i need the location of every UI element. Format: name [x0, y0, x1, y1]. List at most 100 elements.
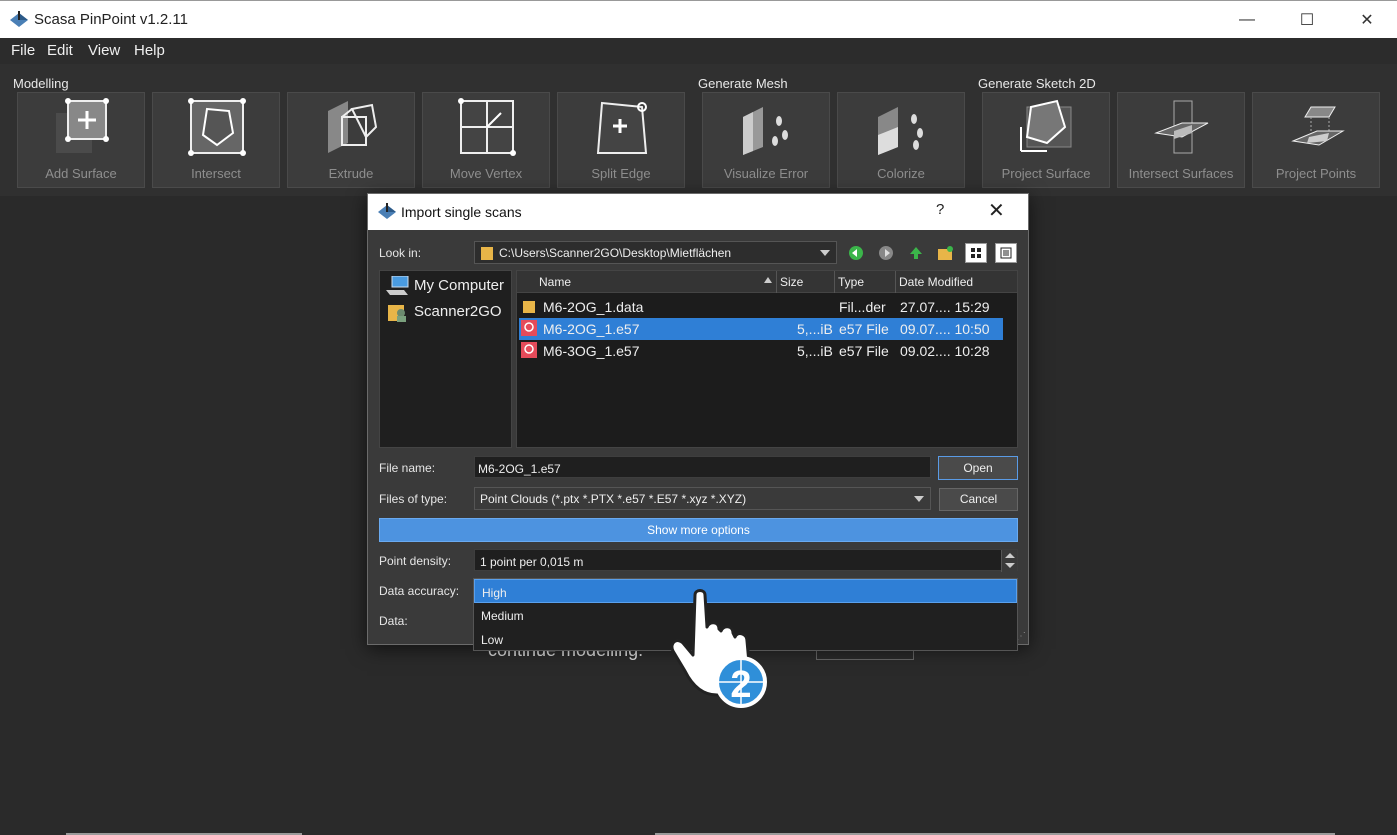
- intersect-button[interactable]: Intersect: [152, 92, 280, 188]
- spin-up-icon[interactable]: [1005, 553, 1015, 558]
- file-date: 09.07.... 10:50: [900, 321, 990, 337]
- new-folder-button[interactable]: [935, 243, 957, 263]
- show-more-options-button[interactable]: Show more options: [379, 518, 1018, 542]
- file-size: 5,...iB: [797, 343, 833, 359]
- file-list: Name Size Type Date Modified M6-2OG_1.da…: [516, 270, 1018, 448]
- file-name-field[interactable]: M6-2OG_1.e57: [474, 456, 931, 478]
- tool-label: Colorize: [877, 166, 925, 181]
- group-label-generate-sketch: Generate Sketch 2D: [978, 76, 1096, 91]
- file-row[interactable]: M6-2OG_1.data Fil...der 27.07.... 15:29: [519, 296, 1003, 318]
- list-view-button[interactable]: [965, 243, 987, 263]
- point-density-spinbox[interactable]: 1 point per 0,015 m: [474, 549, 1018, 572]
- add-surface-button[interactable]: Add Surface: [17, 92, 145, 188]
- spin-buttons[interactable]: [1001, 550, 1017, 572]
- menu-help[interactable]: Help: [134, 42, 165, 59]
- project-points-button[interactable]: Project Points: [1252, 92, 1380, 188]
- tool-label: Intersect Surfaces: [1128, 166, 1234, 181]
- up-arrow-icon: [910, 247, 922, 259]
- option-label: Medium: [481, 609, 524, 623]
- sidebar-item-label: My Computer: [414, 277, 505, 294]
- help-button[interactable]: ?: [936, 201, 944, 218]
- intersect-surfaces-button[interactable]: Intersect Surfaces: [1117, 92, 1245, 188]
- file-date: 27.07.... 15:29: [900, 299, 990, 315]
- minimize-button[interactable]: —: [1217, 1, 1277, 39]
- tool-label: Project Points: [1275, 166, 1357, 181]
- menu-view[interactable]: View: [88, 42, 120, 59]
- maximize-button[interactable]: ☐: [1277, 1, 1337, 39]
- chevron-down-icon: [820, 250, 830, 256]
- e57-file-icon: [521, 342, 537, 358]
- folder-icon: [523, 301, 535, 313]
- look-in-label: Look in:: [379, 246, 422, 260]
- tool-label: Intersect: [191, 166, 241, 181]
- group-label-modelling: Modelling: [13, 76, 69, 91]
- column-name[interactable]: Name: [539, 275, 571, 289]
- extrude-button[interactable]: Extrude: [287, 92, 415, 188]
- file-list-header: Name Size Type Date Modified: [517, 271, 1017, 293]
- group-label-generate-mesh: Generate Mesh: [698, 76, 788, 91]
- point-density-label: Point density:: [379, 554, 452, 568]
- title-bar: Scasa PinPoint v1.2.11 — ☐ ✕: [0, 0, 1397, 38]
- tool-label: Add Surface: [45, 166, 117, 181]
- user-folder-icon: [388, 305, 406, 322]
- colorize-button[interactable]: Colorize: [837, 92, 965, 188]
- data-label: Data:: [379, 614, 408, 628]
- spin-down-icon[interactable]: [1005, 563, 1015, 568]
- column-size[interactable]: Size: [780, 275, 803, 289]
- point-density-value: 1 point per 0,015 m: [480, 555, 584, 569]
- new-folder-icon: [938, 246, 953, 260]
- file-name-label: File name:: [379, 461, 436, 475]
- files-of-type-label: Files of type:: [379, 492, 448, 506]
- visualize-error-button[interactable]: Visualize Error: [702, 92, 830, 188]
- back-button[interactable]: [845, 243, 867, 263]
- chevron-down-icon: [914, 496, 924, 502]
- detail-view-button[interactable]: [995, 243, 1017, 263]
- e57-file-icon: [521, 320, 537, 336]
- add-surface-icon: [56, 98, 109, 153]
- extrude-icon: [328, 101, 378, 153]
- close-window-button[interactable]: ✕: [1337, 1, 1397, 39]
- tool-label: Extrude: [328, 166, 374, 181]
- menu-file[interactable]: File: [11, 42, 35, 59]
- grid-view-icon: [971, 248, 981, 258]
- split-edge-button[interactable]: Split Edge: [557, 92, 685, 188]
- look-in-path: C:\Users\Scanner2GO\Desktop\Mietflächen: [499, 246, 732, 260]
- file-type: Fil...der: [839, 299, 886, 315]
- file-row[interactable]: M6-3OG_1.e57 5,...iB e57 File 09.02.... …: [519, 340, 1003, 362]
- split-edge-icon: [596, 101, 648, 154]
- intersect-surfaces-icon: [1154, 100, 1209, 154]
- look-in-combo[interactable]: C:\Users\Scanner2GO\Desktop\Mietflächen: [474, 241, 837, 264]
- forward-button[interactable]: [875, 243, 897, 263]
- file-date: 09.02.... 10:28: [900, 343, 990, 359]
- sidebar-item-label: Scanner2GO: [414, 303, 502, 320]
- column-type[interactable]: Type: [838, 275, 864, 289]
- app-logo-icon: [378, 203, 396, 219]
- parent-directory-button[interactable]: [905, 243, 927, 263]
- file-row-selected[interactable]: M6-2OG_1.e57 5,...iB e57 File 09.07.... …: [519, 318, 1003, 340]
- tutorial-pointer-icon: 2: [670, 589, 767, 708]
- cancel-button[interactable]: Cancel: [939, 488, 1018, 511]
- option-label: Low: [481, 633, 504, 647]
- move-vertex-button[interactable]: Move Vertex: [422, 92, 550, 188]
- computer-icon: [386, 276, 409, 295]
- back-arrow-icon: [849, 246, 863, 260]
- colorize-icon: [878, 107, 923, 155]
- window-title: Scasa PinPoint v1.2.11: [34, 11, 188, 28]
- file-type: e57 File: [839, 321, 889, 337]
- menu-bar: File Edit View Help: [0, 38, 1397, 64]
- dialog-close-button[interactable]: ✕: [988, 198, 1005, 223]
- project-surface-button[interactable]: Project Surface: [982, 92, 1110, 188]
- files-of-type-combo[interactable]: Point Clouds (*.ptx *.PTX *.e57 *.E57 *.…: [474, 487, 931, 510]
- file-name: M6-3OG_1.e57: [543, 343, 640, 359]
- file-name-value: M6-2OG_1.e57: [478, 462, 561, 476]
- visualize-error-icon: [743, 107, 788, 155]
- app-logo-icon: [10, 11, 28, 27]
- dialog-title-bar: Import single scans ? ✕: [368, 194, 1028, 230]
- open-button[interactable]: Open: [938, 456, 1018, 480]
- move-vertex-icon: [458, 98, 516, 156]
- menu-edit[interactable]: Edit: [47, 42, 73, 59]
- tool-label: Move Vertex: [449, 166, 523, 181]
- column-date-modified[interactable]: Date Modified: [899, 275, 973, 289]
- step-number: 2: [730, 664, 751, 706]
- file-size: 5,...iB: [797, 321, 833, 337]
